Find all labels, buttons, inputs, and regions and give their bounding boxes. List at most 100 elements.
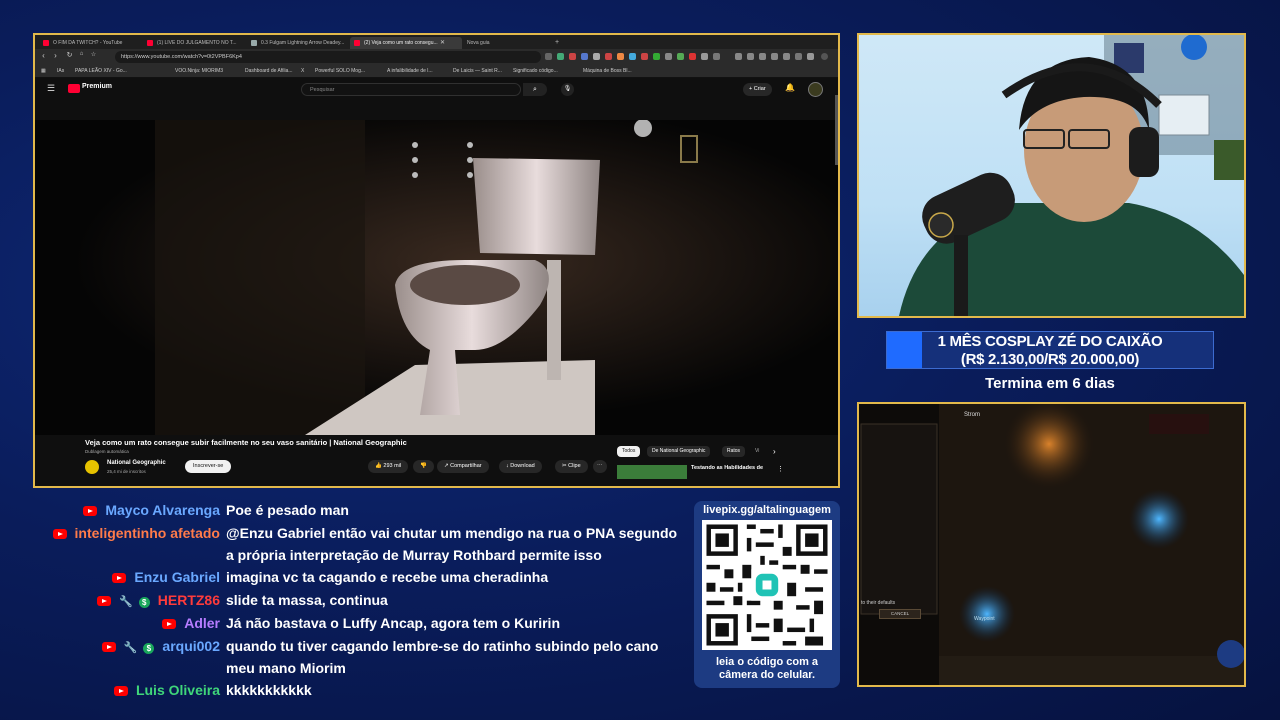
chat-author-name[interactable]: Adler	[184, 615, 220, 631]
recommended-thumbnail[interactable]	[617, 465, 687, 479]
apps-grid-icon[interactable]: ▦	[41, 66, 46, 76]
member-dollar-icon: $	[138, 597, 150, 608]
youtube-logo-icon[interactable]	[68, 84, 80, 93]
extension-icon[interactable]	[545, 53, 552, 60]
tab-1[interactable]: O FIM DA TWITCH? - YouTube	[39, 37, 153, 49]
more-actions-icon[interactable]: ⋯	[593, 460, 607, 473]
extension-icon[interactable]	[641, 53, 648, 60]
url-field[interactable]: https://www.youtube.com/watch?v=0t2VPBF6…	[115, 51, 541, 63]
tab-label: Nova guia	[467, 40, 490, 46]
bookmark-item[interactable]: Máquina de Boss Bl...	[583, 66, 632, 76]
chat-author-name[interactable]: arqui002	[162, 638, 220, 654]
profile-icon[interactable]	[821, 53, 828, 60]
search-input[interactable]: Pesquisar	[301, 83, 521, 96]
youtube-badge-icon	[83, 506, 98, 516]
chat-author-name[interactable]: HERTZ86	[158, 592, 220, 608]
extension-icon[interactable]	[665, 53, 672, 60]
new-tab-icon[interactable]: +	[555, 37, 565, 49]
mic-icon[interactable]: 🎙	[561, 83, 574, 96]
extension-icon[interactable]	[701, 53, 708, 60]
extension-icon[interactable]	[689, 53, 696, 60]
tab-2[interactable]: (1) LIVE DO JULGAMENTO NO T...	[143, 37, 257, 49]
webcam-illustration	[899, 35, 1244, 316]
extension-icon[interactable]	[807, 53, 814, 60]
livepix-url: livepix.gg/altalinguagem	[703, 504, 831, 516]
extension-icon[interactable]	[617, 53, 624, 60]
chevron-right-icon[interactable]: ›	[768, 446, 781, 457]
home-icon[interactable]: ⌂	[77, 51, 86, 57]
extension-icon[interactable]	[759, 53, 766, 60]
bookmark-item[interactable]: PAPA LEÃO XIV - Go...	[75, 66, 127, 76]
qr-code-graphic	[702, 520, 832, 650]
extension-icon[interactable]	[593, 53, 600, 60]
extension-icon[interactable]	[629, 53, 636, 60]
extension-icon[interactable]	[771, 53, 778, 60]
extension-icon[interactable]	[677, 53, 684, 60]
chip-ratos[interactable]: Ratos	[722, 446, 746, 457]
chip-more[interactable]: Vi	[750, 446, 764, 457]
bookmark-item[interactable]: A infalibilidade de l...	[387, 66, 433, 76]
bookmark-item[interactable]: De Laicis — Saint R...	[453, 66, 502, 76]
clip-button[interactable]: ✂ Clipe	[555, 460, 588, 473]
bookmark-item[interactable]: VOO.Ninja: MIORIM3	[175, 66, 223, 76]
qr-caption: leia o código com a câmera do celular.	[694, 656, 840, 682]
tab-3[interactable]: 0.3 Fulgam Lightning Arrow Deadey...	[247, 37, 361, 49]
create-button[interactable]: + Criar	[743, 83, 772, 96]
extension-icon[interactable]	[569, 53, 576, 60]
extension-icon[interactable]	[713, 53, 720, 60]
channel-avatar[interactable]	[85, 460, 99, 474]
chat-author-name[interactable]: inteligentinho afetado	[75, 525, 220, 541]
bookmark-item[interactable]: X	[301, 66, 304, 76]
extension-icon[interactable]	[557, 53, 564, 60]
bookmark-item[interactable]: IAs	[57, 66, 64, 76]
chip-national-geographic[interactable]: De National Geographic	[647, 446, 711, 457]
donation-goal-bar: 1 MÊS COSPLAY ZÉ DO CAIXÃO (R$ 2.130,00/…	[886, 331, 1214, 369]
game-cancel-button[interactable]: CANCEL	[879, 609, 921, 619]
extension-icon[interactable]	[605, 53, 612, 60]
back-icon[interactable]: ‹	[39, 51, 48, 60]
bookmark-item[interactable]: Powerful SOLO Mog...	[315, 66, 365, 76]
tab-5[interactable]: Nova guia	[453, 37, 527, 49]
scrollbar[interactable]	[835, 95, 838, 165]
chat-message-text: quando tu tiver cagando lembre-se do rat…	[226, 638, 659, 676]
qr-code	[702, 520, 832, 650]
subscribe-button[interactable]: Inscrever-se	[185, 460, 232, 473]
chat-author-name[interactable]: Enzu Gabriel	[134, 569, 220, 585]
chat-message-text: Poe é pesado man	[226, 502, 349, 518]
chat-author-name[interactable]: Mayco Alvarenga	[105, 502, 220, 518]
extension-icon[interactable]	[735, 53, 742, 60]
like-button[interactable]: 👍 293 mil	[368, 460, 409, 473]
reload-icon[interactable]: ↻	[65, 51, 74, 59]
chat-message-text: @Enzu Gabriel então vai chutar um mendig…	[226, 525, 678, 563]
bookmark-item[interactable]: Dashboard de Afilia...	[245, 66, 293, 76]
webcam-frame	[857, 33, 1246, 318]
chip-todos[interactable]: Todos	[617, 446, 641, 457]
dislike-button[interactable]: 👎	[413, 460, 434, 473]
extension-icon[interactable]	[653, 53, 660, 60]
moderator-wrench-icon: 🔧	[119, 596, 133, 608]
extension-icon[interactable]	[783, 53, 790, 60]
youtube-favicon-icon	[354, 40, 360, 46]
extension-icon[interactable]	[747, 53, 754, 60]
avatar[interactable]	[808, 82, 823, 97]
menu-icon[interactable]: ☰	[47, 83, 55, 94]
extension-icon[interactable]	[581, 53, 588, 60]
chat-author-name[interactable]: Luis Oliveira	[136, 682, 220, 698]
video-player[interactable]	[35, 120, 838, 435]
close-tab-icon[interactable]: ✕	[440, 37, 448, 49]
recommended-title[interactable]: Testando as Habilidades de	[691, 465, 763, 471]
more-vert-icon[interactable]: ⋮	[777, 465, 784, 473]
dubbing-label: Dublagem automática	[85, 449, 129, 454]
game-waypoint-label[interactable]: Waypoint	[974, 616, 995, 622]
forward-icon[interactable]: ›	[51, 51, 60, 60]
download-button[interactable]: ↓ Download	[499, 460, 542, 473]
search-icon[interactable]: ⌕	[523, 83, 547, 96]
game-illustration	[859, 404, 1244, 685]
create-label: Criar	[753, 86, 766, 92]
share-button[interactable]: ↗ Compartilhar	[437, 460, 489, 473]
extension-icon[interactable]	[795, 53, 802, 60]
channel-name[interactable]: National Geographic	[107, 460, 166, 466]
notifications-icon[interactable]: 🔔	[785, 83, 795, 92]
bookmark-item[interactable]: Significado código...	[513, 66, 558, 76]
bookmark-icon[interactable]: ☆	[89, 51, 98, 58]
